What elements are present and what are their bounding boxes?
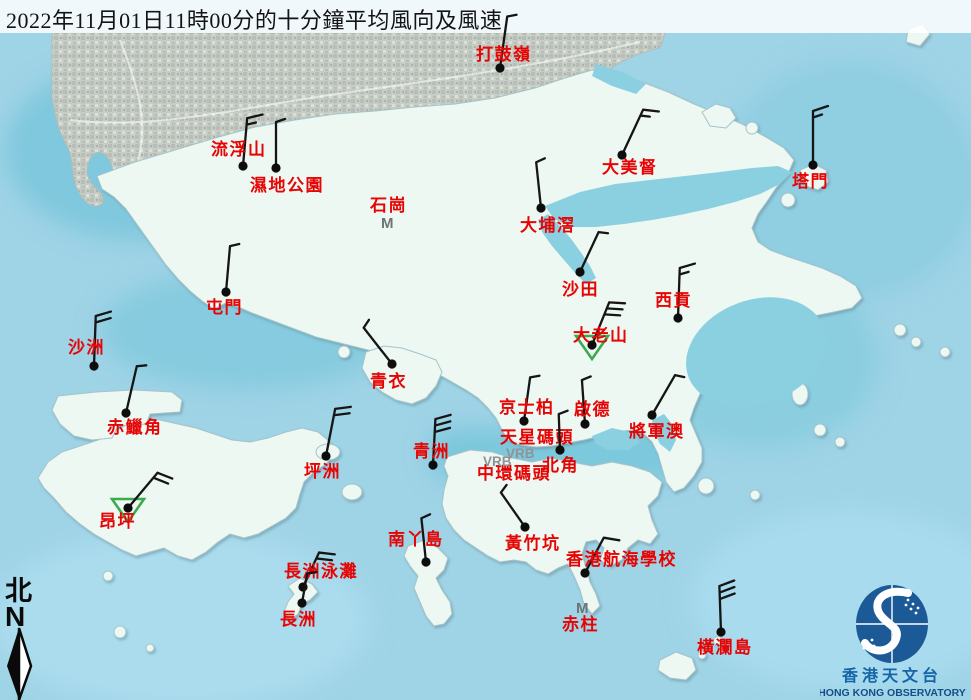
- wind-barb-icon: [719, 581, 736, 632]
- station-label: 長洲泳灘: [284, 561, 358, 581]
- wind-barb-icon: [126, 363, 146, 415]
- station-label: 沙洲: [68, 338, 105, 357]
- station-green-island: 青洲: [413, 414, 451, 470]
- station-tsing-yi: 青衣: [362, 320, 407, 391]
- hko-name-en: HONG KONG OBSERVATORY: [820, 687, 966, 699]
- station-dot: [580, 568, 589, 577]
- compass-letter: N: [5, 601, 25, 632]
- station-label: 啟德: [574, 399, 611, 419]
- station-label: 黃竹坑: [504, 533, 561, 553]
- wind-barb-icon: [580, 229, 608, 275]
- station-label: 大美督: [602, 157, 658, 177]
- station-label: 京士柏: [499, 397, 555, 417]
- wind-barb-icon: [622, 105, 659, 161]
- station-kai-tak: 啟德: [574, 376, 611, 428]
- station-stanley: 赤柱M: [562, 600, 599, 634]
- station-kings-park: 京士柏: [499, 374, 555, 425]
- station-tuen-mun: 屯門: [206, 243, 243, 317]
- station-label: 南丫島: [388, 529, 444, 549]
- station-label: 青洲: [413, 441, 450, 461]
- station-dot: [519, 416, 528, 425]
- station-lamma-island: 南丫島: [388, 514, 444, 566]
- station-label: 西貢: [655, 291, 692, 310]
- station-label: 打鼓嶺: [476, 44, 532, 64]
- station-label: 沙田: [562, 280, 599, 299]
- station-shek-kong: 石崗M: [369, 196, 407, 232]
- station-label: 北角: [542, 455, 579, 475]
- station-dot: [808, 160, 817, 169]
- station-tates-cairn: 大老山: [573, 298, 629, 359]
- station-ngong-ping: 昂坪: [99, 469, 172, 531]
- station-dot: [271, 163, 280, 172]
- missing-data-marker: M: [381, 215, 394, 232]
- station-dot: [647, 410, 656, 419]
- wind-barb-icon: [813, 106, 828, 165]
- station-dot: [536, 203, 545, 212]
- station-label: 長洲: [280, 610, 317, 629]
- station-label: 香港航海學校: [566, 549, 677, 569]
- station-dot: [387, 359, 396, 368]
- station-label: 塔門: [792, 171, 829, 191]
- station-wong-chuk-hang: 黃竹坑: [499, 485, 560, 553]
- station-dot: [421, 557, 430, 566]
- station-ta-kwu-ling: 打鼓嶺: [476, 14, 532, 73]
- station-tai-mei-tuk: 大美督: [602, 105, 659, 177]
- wind-barb-icon: [499, 485, 532, 527]
- station-cheung-chau-beach: 長洲泳灘: [284, 548, 358, 593]
- station-dot: [555, 445, 564, 454]
- station-label: 大老山: [573, 325, 629, 345]
- vrb-marker: VRB: [483, 454, 512, 469]
- station-label: 大埔滘: [520, 215, 576, 235]
- station-tai-po-kau: 大埔滘: [520, 158, 576, 235]
- station-dot: [297, 598, 306, 607]
- missing-data-marker: M: [576, 600, 589, 617]
- station-dot: [89, 361, 98, 370]
- station-label: 流浮山: [211, 139, 267, 159]
- station-dot: [580, 419, 589, 428]
- wind-barb-icon: [362, 320, 399, 364]
- station-dot: [716, 627, 725, 636]
- station-chek-lap-kok: 赤鱲角: [107, 363, 163, 437]
- station-lau-fau-shan: 流浮山: [211, 113, 267, 170]
- station-label: 橫瀾島: [697, 637, 753, 657]
- station-dot: [428, 460, 437, 469]
- station-label: 坪洲: [304, 462, 341, 481]
- station-hk-sea-school: 香港航海學校: [566, 533, 677, 580]
- station-label: 青衣: [370, 371, 407, 391]
- station-label: 屯門: [206, 297, 243, 317]
- wind-barb-icon: [652, 373, 684, 420]
- station-label: 赤鱲角: [107, 417, 163, 437]
- station-label: 赤柱: [562, 614, 599, 634]
- station-waglan-island: 橫瀾島: [697, 581, 753, 657]
- station-dot: [121, 408, 130, 417]
- station-dot: [673, 313, 682, 322]
- station-dot: [238, 161, 247, 170]
- wind-barb-icon: [326, 404, 351, 459]
- station-sha-chau: 沙洲: [68, 311, 111, 371]
- wind-barb-icon: [536, 158, 550, 208]
- station-label: 石崗: [369, 196, 407, 215]
- wind-barb-icon: [276, 119, 285, 168]
- station-sha-tin: 沙田: [562, 229, 608, 299]
- station-label: 昂坪: [99, 512, 136, 531]
- station-sai-kung: 西貢: [655, 263, 695, 323]
- hko-name-zh: 香港天文台: [841, 666, 942, 685]
- station-dot: [520, 522, 529, 531]
- station-dot: [575, 267, 584, 276]
- station-dot: [495, 63, 504, 72]
- station-tseung-kwan-o: 將軍澳: [629, 373, 685, 441]
- station-tap-mun: 塔門: [792, 106, 829, 191]
- station-label: 天星碼頭: [500, 428, 574, 447]
- station-peng-chau: 坪洲: [304, 404, 351, 481]
- north-arrow-icon: [7, 628, 31, 700]
- station-label: 將軍澳: [629, 421, 685, 441]
- wind-barb-icon: [226, 243, 239, 293]
- station-label: 濕地公園: [250, 175, 324, 195]
- hko-logo-icon: [856, 585, 928, 663]
- wind-map-stage: 2022年11月01日11時00分的十分鐘平均風向及風速 打鼓嶺流浮山濕地公園石…: [0, 0, 971, 700]
- station-dot: [321, 451, 330, 460]
- station-dot: [221, 287, 230, 296]
